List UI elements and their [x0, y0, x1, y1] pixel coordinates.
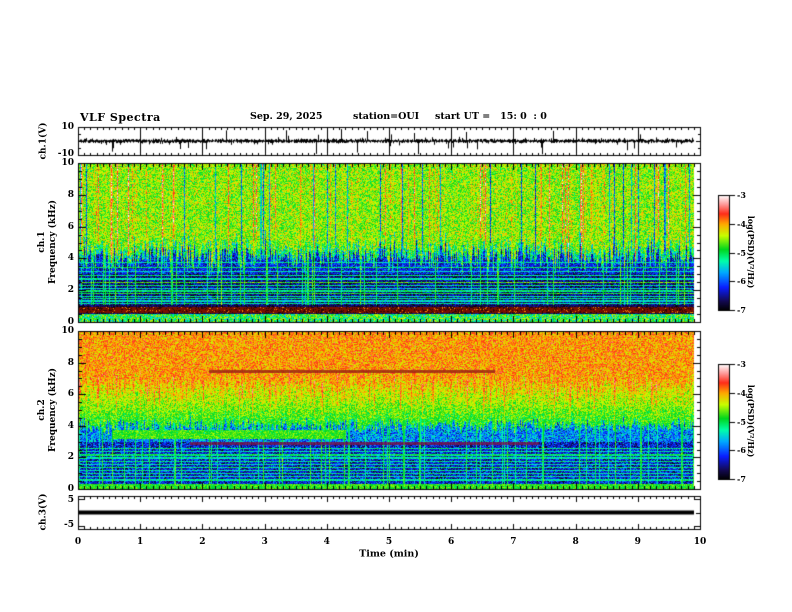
spec1-y-tick-2: 2: [67, 285, 74, 296]
ch1-wave-tick-top: 10: [61, 122, 74, 132]
x-tick-label-3: 3: [261, 537, 268, 547]
x-tick-label-0: 0: [74, 537, 82, 547]
ch1-voltage-axis-label: ch.1(V): [38, 122, 49, 160]
x-axis-label: Time (min): [359, 548, 419, 560]
x-tick-label-1: 1: [137, 537, 144, 547]
colorbar1-tick--4: -4: [737, 219, 746, 229]
x-tick-label-7: 7: [510, 537, 517, 547]
ch3-wave-tick-bottom: -5: [64, 520, 74, 530]
ch2-axis-channel: ch.2: [37, 399, 47, 421]
x-tick-label-8: 8: [572, 537, 579, 547]
colorbar1-tick--5: -5: [737, 248, 746, 258]
colorbar2-tick--3: -3: [737, 359, 746, 369]
spec2-y-tick-8: 8: [67, 357, 74, 368]
spec2-y-tick-6: 6: [67, 389, 74, 400]
ch2-frequency-axis-label: ch.2 Frequency (kHz): [37, 368, 59, 452]
x-tick-label-5: 5: [385, 537, 393, 547]
colorbar2-tick--4: -4: [737, 388, 746, 398]
colorbar2-tick--7: -7: [737, 474, 746, 484]
spectra-plot-canvas: [0, 0, 792, 612]
spec2-y-tick-2: 2: [67, 452, 74, 463]
colorbar1-label: log(PSD)(V²/Hz): [746, 215, 756, 289]
ch1-axis-channel: ch.1: [37, 231, 47, 253]
ch2-axis-frequency: Frequency (kHz): [48, 367, 58, 453]
spec2-y-tick-10: 10: [61, 326, 74, 336]
x-tick-label-10: 10: [693, 537, 707, 547]
spec2-y-tick-4: 4: [67, 420, 74, 431]
spec2-y-tick-0: 0: [67, 484, 74, 494]
vlf-spectra-figure: VLF Spectra Sep. 29, 2025 station=OUI st…: [0, 0, 792, 612]
x-tick-label-4: 4: [323, 537, 330, 547]
ch1-frequency-axis-label: ch.1 Frequency (kHz): [37, 200, 59, 284]
colorbar1-tick--3: -3: [737, 190, 746, 200]
spec1-y-tick-6: 6: [67, 221, 74, 232]
ch3-wave-tick-top: 5: [67, 495, 74, 505]
spec1-y-tick-10: 10: [61, 158, 74, 168]
x-tick-label-9: 9: [634, 537, 641, 547]
colorbar2-tick--5: -5: [737, 417, 746, 427]
colorbar2-tick--6: -6: [737, 445, 746, 455]
x-tick-label-6: 6: [448, 537, 455, 547]
colorbar1-tick--7: -7: [737, 305, 746, 315]
station-label: station=OUI: [353, 111, 420, 122]
date-label: Sep. 29, 2025: [250, 111, 323, 122]
x-tick-label-2: 2: [199, 537, 206, 547]
colorbar1-tick--6: -6: [737, 276, 746, 286]
spec1-y-tick-4: 4: [67, 253, 74, 264]
ch3-voltage-axis-label: ch.3(V): [38, 493, 49, 531]
start-ut-label: start UT = 15: 0 : 0: [435, 111, 547, 122]
colorbar2-label: log(PSD)(V²/Hz): [746, 384, 756, 458]
ch1-axis-frequency: Frequency (kHz): [48, 199, 58, 285]
page-title: VLF Spectra: [80, 111, 161, 124]
spec1-y-tick-8: 8: [67, 189, 74, 200]
